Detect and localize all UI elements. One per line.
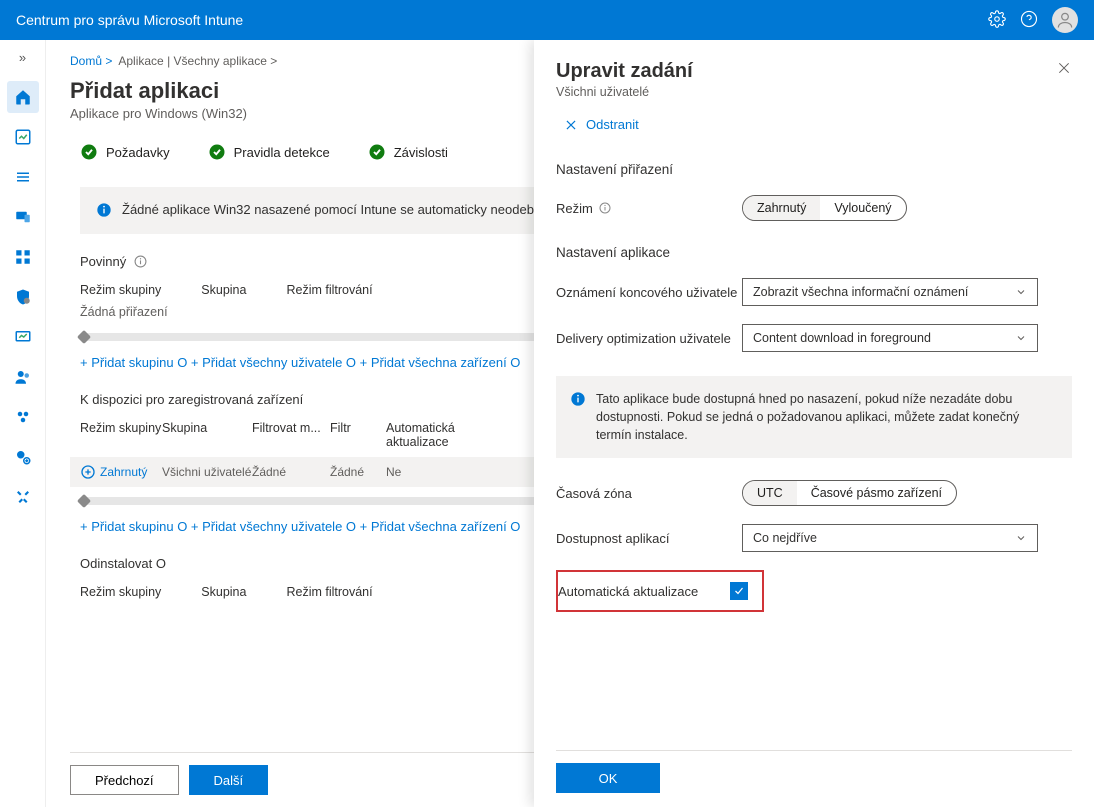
tz-utc[interactable]: UTC — [743, 481, 797, 505]
wizard-step-detection[interactable]: Pravidla detekce — [208, 143, 330, 161]
x-icon — [564, 118, 578, 132]
avatar[interactable] — [1052, 7, 1078, 33]
flyout-subtitle: Všichni uživatelé — [556, 85, 693, 99]
nav-troubleshoot-icon[interactable] — [7, 481, 39, 513]
tz-label: Časová zóna — [556, 486, 742, 501]
info-icon — [570, 391, 586, 407]
nav-dashboard-icon[interactable] — [7, 121, 39, 153]
nav-users-icon[interactable] — [7, 361, 39, 393]
breadcrumb-apps[interactable]: Aplikace | Všechny aplikace > — [118, 54, 277, 68]
mode-excluded[interactable]: Vyloučený — [820, 196, 905, 220]
nav-devices-icon[interactable] — [7, 201, 39, 233]
mode-included[interactable]: Zahrnutý — [743, 196, 820, 220]
availability-label: Dostupnost aplikací — [556, 531, 742, 546]
chevron-down-icon — [1015, 286, 1027, 298]
nav-groups-icon[interactable] — [7, 401, 39, 433]
tz-toggle[interactable]: UTC Časové pásmo zařízení — [742, 480, 957, 506]
wizard-step-requirements[interactable]: Požadavky — [80, 143, 170, 161]
help-icon[interactable] — [1020, 10, 1038, 31]
auto-update-label: Automatická aktualizace — [558, 584, 730, 599]
enduser-label: Oznámení koncového uživatele — [556, 285, 742, 300]
topbar-actions — [988, 7, 1078, 33]
nav-endpoint-icon[interactable] — [7, 281, 39, 313]
info-icon[interactable] — [134, 255, 147, 268]
nav-apps-icon[interactable] — [7, 241, 39, 273]
availability-dropdown[interactable]: Co nejdříve — [742, 524, 1038, 552]
ok-button[interactable]: OK — [556, 763, 660, 793]
previous-button[interactable]: Předchozí — [70, 765, 179, 795]
check-icon — [733, 585, 745, 597]
auto-update-checkbox[interactable] — [730, 582, 748, 600]
wizard-step-dependencies[interactable]: Závislosti — [368, 143, 448, 161]
info-icon[interactable] — [599, 202, 611, 214]
mode-toggle[interactable]: Zahrnutý Vyloučený — [742, 195, 907, 221]
topbar: Centrum pro správu Microsoft Intune — [0, 0, 1094, 40]
assign-settings-heading: Nastavení přiřazení — [556, 162, 1072, 177]
nav-list-icon[interactable] — [7, 161, 39, 193]
chevron-down-icon — [1015, 532, 1027, 544]
collapse-icon[interactable]: » — [19, 46, 26, 73]
next-button[interactable]: Další — [189, 765, 269, 795]
edit-assignment-panel: Upravit zadání Všichni uživatelé Odstran… — [534, 40, 1094, 807]
app-settings-heading: Nastavení aplikace — [556, 245, 1072, 260]
mode-label: Režim — [556, 201, 742, 216]
chevron-down-icon — [1015, 332, 1027, 344]
sidebar: » — [0, 40, 46, 807]
settings-icon[interactable] — [988, 10, 1006, 31]
breadcrumb-home[interactable]: Domů > — [70, 54, 112, 68]
info-icon — [96, 202, 112, 218]
flyout-title: Upravit zadání — [556, 60, 693, 83]
tz-device[interactable]: Časové pásmo zařízení — [797, 481, 956, 505]
remove-link[interactable]: Odstranit — [564, 117, 1072, 132]
nav-tenant-icon[interactable] — [7, 441, 39, 473]
flyout-info-banner: Tato aplikace bude dostupná hned po nasa… — [556, 376, 1072, 458]
delivery-dropdown[interactable]: Content download in foreground — [742, 324, 1038, 352]
nav-reports-icon[interactable] — [7, 321, 39, 353]
app-title: Centrum pro správu Microsoft Intune — [16, 12, 243, 28]
delivery-label: Delivery optimization uživatele — [556, 331, 742, 346]
plus-circle-icon — [80, 464, 96, 480]
auto-update-highlight: Automatická aktualizace — [556, 570, 764, 612]
enduser-dropdown[interactable]: Zobrazit všechna informační oznámení — [742, 278, 1038, 306]
nav-home-icon[interactable] — [7, 81, 39, 113]
close-icon[interactable] — [1056, 60, 1072, 76]
